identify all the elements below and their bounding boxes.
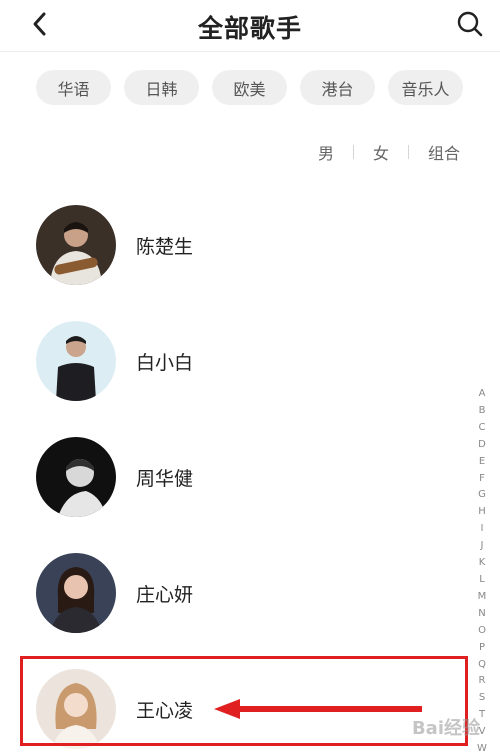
- region-chip[interactable]: 日韩: [124, 70, 199, 105]
- index-letter[interactable]: I: [481, 521, 484, 538]
- avatar: [36, 553, 116, 633]
- avatar: [36, 321, 116, 401]
- gender-option-female[interactable]: 女: [373, 140, 389, 164]
- index-letter[interactable]: A: [479, 386, 486, 403]
- index-letter[interactable]: J: [481, 538, 484, 555]
- index-letter[interactable]: F: [479, 471, 485, 488]
- gender-filter: 男 女 组合: [318, 140, 460, 164]
- index-letter[interactable]: C: [479, 420, 486, 437]
- artist-row[interactable]: 周华健: [0, 419, 470, 535]
- search-button[interactable]: [454, 8, 486, 40]
- region-chip[interactable]: 欧美: [212, 70, 287, 105]
- artist-list: 陈楚生 白小白 周华健 庄心妍 王心凌: [0, 187, 470, 754]
- watermark: Bai经验: [411, 718, 480, 739]
- index-letter[interactable]: G: [478, 487, 486, 504]
- index-letter[interactable]: M: [478, 589, 487, 606]
- index-letter[interactable]: P: [479, 640, 485, 657]
- index-letter[interactable]: O: [478, 623, 486, 640]
- region-chip[interactable]: 港台: [300, 70, 375, 105]
- header: 全部歌手: [0, 0, 500, 52]
- index-letter[interactable]: N: [478, 606, 485, 623]
- artist-row[interactable]: 白小白: [0, 303, 470, 419]
- region-chip[interactable]: 音乐人: [388, 70, 463, 105]
- region-filter: 华语 日韩 欧美 港台 音乐人: [36, 70, 463, 105]
- index-letter[interactable]: S: [479, 690, 485, 707]
- index-letter[interactable]: H: [478, 504, 486, 521]
- region-chip[interactable]: 华语: [36, 70, 111, 105]
- artist-row[interactable]: 陈楚生: [0, 187, 470, 303]
- alphabet-index[interactable]: A B C D E F G H I J K L M N O P Q R S T …: [476, 386, 488, 754]
- artist-row[interactable]: 王心凌: [0, 651, 470, 754]
- index-letter[interactable]: W: [477, 741, 487, 754]
- avatar: [36, 205, 116, 285]
- index-letter[interactable]: R: [479, 673, 486, 690]
- divider: [407, 145, 409, 159]
- artist-row[interactable]: 庄心妍: [0, 535, 470, 651]
- avatar: [36, 437, 116, 517]
- artist-name: 庄心妍: [136, 583, 194, 606]
- index-letter[interactable]: E: [479, 454, 485, 471]
- index-letter[interactable]: K: [479, 555, 486, 572]
- index-letter[interactable]: L: [479, 572, 485, 589]
- artist-name: 周华健: [136, 467, 194, 490]
- index-letter[interactable]: B: [479, 403, 486, 420]
- artist-name: 白小白: [136, 351, 194, 374]
- page-title: 全部歌手: [197, 14, 302, 43]
- artist-name: 陈楚生: [136, 235, 194, 258]
- gender-option-group[interactable]: 组合: [428, 140, 460, 164]
- divider: [352, 145, 354, 159]
- search-icon: [457, 11, 483, 37]
- index-letter[interactable]: Q: [478, 657, 486, 674]
- index-letter[interactable]: D: [478, 437, 486, 454]
- avatar: [36, 669, 116, 749]
- gender-option-male[interactable]: 男: [318, 140, 334, 164]
- artist-name: 王心凌: [136, 699, 194, 722]
